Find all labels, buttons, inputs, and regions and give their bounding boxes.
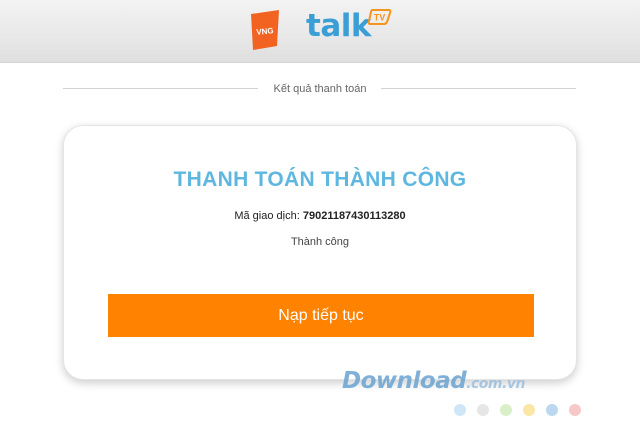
download-watermark: Download.com.vn [342, 368, 525, 394]
watermark-dot [454, 404, 466, 416]
watermark-suffix: .com.vn [466, 376, 525, 392]
transaction-id-row: Mã giao dịch: 79021187430113280 [64, 210, 576, 222]
transaction-id-label: Mã giao dịch: [234, 210, 300, 222]
watermark-text: Download [342, 368, 467, 394]
tv-badge-text: TV [374, 13, 386, 23]
payment-result-card: THANH TOÁN THÀNH CÔNG Mã giao dịch: 7902… [63, 125, 577, 380]
vng-logo-text: VNG [256, 26, 274, 37]
continue-topup-button[interactable]: Nạp tiếp tục [108, 294, 534, 337]
payment-success-heading: THANH TOÁN THÀNH CÔNG [173, 168, 467, 191]
payment-status-text: Thành công [290, 236, 350, 248]
section-title: Kết quả thanh toán [273, 83, 367, 95]
top-header: VNG talk TV [0, 0, 640, 63]
transaction-id-value: 79021187430113280 [302, 210, 406, 222]
watermark-dot [523, 404, 535, 416]
watermark-dot [477, 404, 489, 416]
vng-logo[interactable]: VNG [248, 8, 282, 52]
watermark-dot [546, 404, 558, 416]
watermark-dot [500, 404, 512, 416]
watermark-dot [569, 404, 581, 416]
tv-badge-icon: TV [368, 9, 392, 25]
talk-logo-text: talk [306, 8, 371, 44]
